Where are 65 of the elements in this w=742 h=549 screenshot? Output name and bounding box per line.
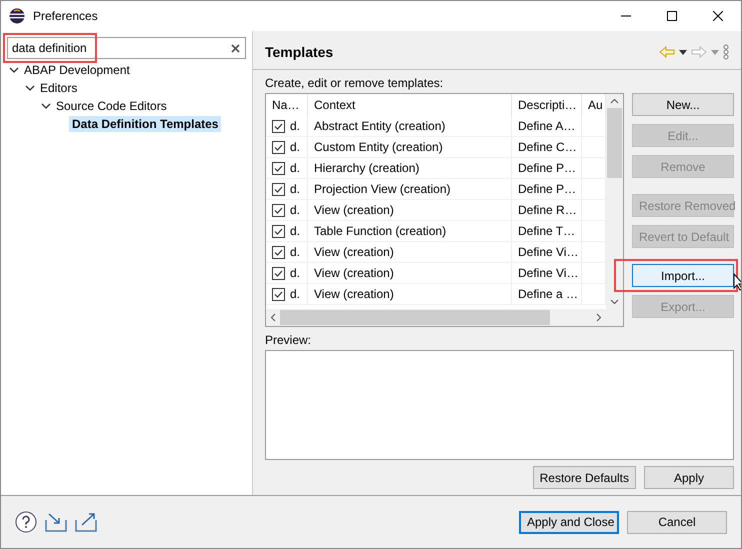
- table-cell: d.: [290, 266, 300, 280]
- app-logo-icon: [9, 8, 25, 24]
- page-title: Templates: [265, 44, 334, 60]
- table-cell: Define R…: [512, 200, 582, 220]
- table-cell: Define P…: [512, 158, 582, 178]
- search-field[interactable]: data definition: [7, 37, 246, 59]
- dialog-button[interactable]: Apply and Close: [519, 510, 619, 534]
- table-cell: Define a …: [512, 284, 582, 304]
- table-cell: d.: [290, 245, 300, 259]
- side-button[interactable]: New...: [632, 93, 734, 116]
- clear-icon[interactable]: [231, 44, 240, 53]
- close-icon[interactable]: [713, 11, 723, 21]
- table-cell: Define Vi…: [512, 242, 582, 262]
- column-header[interactable]: Context: [308, 94, 512, 116]
- table-cell: Abstract Entity (creation): [308, 116, 512, 136]
- tree-item[interactable]: ABAP Development: [21, 62, 133, 78]
- tree-item[interactable]: Source Code Editors: [53, 98, 170, 114]
- dialog-button[interactable]: Cancel: [627, 510, 727, 534]
- checkbox[interactable]: [272, 288, 285, 300]
- import-icon[interactable]: [45, 512, 67, 532]
- table-cell: d.: [290, 119, 300, 133]
- minimize-icon[interactable]: [621, 15, 631, 17]
- table-cell: d.: [290, 224, 300, 238]
- table-cell: Define T…: [512, 221, 582, 241]
- help-icon[interactable]: [15, 511, 37, 533]
- table-cell: Hierarchy (creation): [308, 158, 512, 178]
- table-cell: View (creation): [308, 284, 512, 304]
- description-text: Create, edit or remove templates:: [265, 76, 444, 90]
- checkbox[interactable]: [272, 120, 285, 132]
- window-title: Preferences: [33, 9, 98, 23]
- table-cell: View (creation): [308, 263, 512, 283]
- horizontal-scrollbar[interactable]: [266, 309, 606, 326]
- checkbox[interactable]: [272, 182, 285, 196]
- table-cell: d.: [290, 140, 300, 154]
- table-cell: Table Function (creation): [308, 221, 512, 241]
- table-cell: d.: [290, 203, 300, 217]
- table-cell: Define C…: [512, 137, 582, 157]
- table-cell: d.: [290, 182, 300, 196]
- tree-item[interactable]: Data Definition Templates: [69, 116, 222, 132]
- table-cell: Define P…: [512, 179, 582, 199]
- checkbox[interactable]: [272, 266, 285, 280]
- more-options-icon[interactable]: [723, 44, 729, 60]
- export-icon[interactable]: [75, 512, 97, 532]
- checkbox[interactable]: [272, 246, 285, 258]
- checkbox[interactable]: [272, 140, 285, 154]
- table-cell: Custom Entity (creation): [308, 137, 512, 157]
- checkbox[interactable]: [272, 162, 285, 174]
- tree-item[interactable]: Editors: [37, 80, 80, 96]
- table-cell: Define Vi…: [512, 263, 582, 283]
- table-cell: View (creation): [308, 242, 512, 262]
- checkbox[interactable]: [272, 224, 285, 238]
- table-cell: d.: [290, 161, 300, 175]
- dropdown-icon[interactable]: [679, 50, 687, 54]
- page-button[interactable]: Restore Defaults: [532, 466, 636, 489]
- table-cell: Projection View (creation): [308, 179, 512, 199]
- column-header[interactable]: Na…: [266, 94, 308, 116]
- checkbox[interactable]: [272, 204, 285, 216]
- page-button[interactable]: Apply: [644, 466, 734, 489]
- table-cell: View (creation): [308, 200, 512, 220]
- table-cell: Define A…: [512, 116, 582, 136]
- table-cell: d.: [290, 287, 300, 301]
- column-header[interactable]: Descripti…: [512, 94, 582, 116]
- maximize-icon[interactable]: [667, 11, 677, 21]
- preview-label: Preview:: [265, 333, 312, 347]
- vertical-scrollbar[interactable]: [606, 94, 623, 326]
